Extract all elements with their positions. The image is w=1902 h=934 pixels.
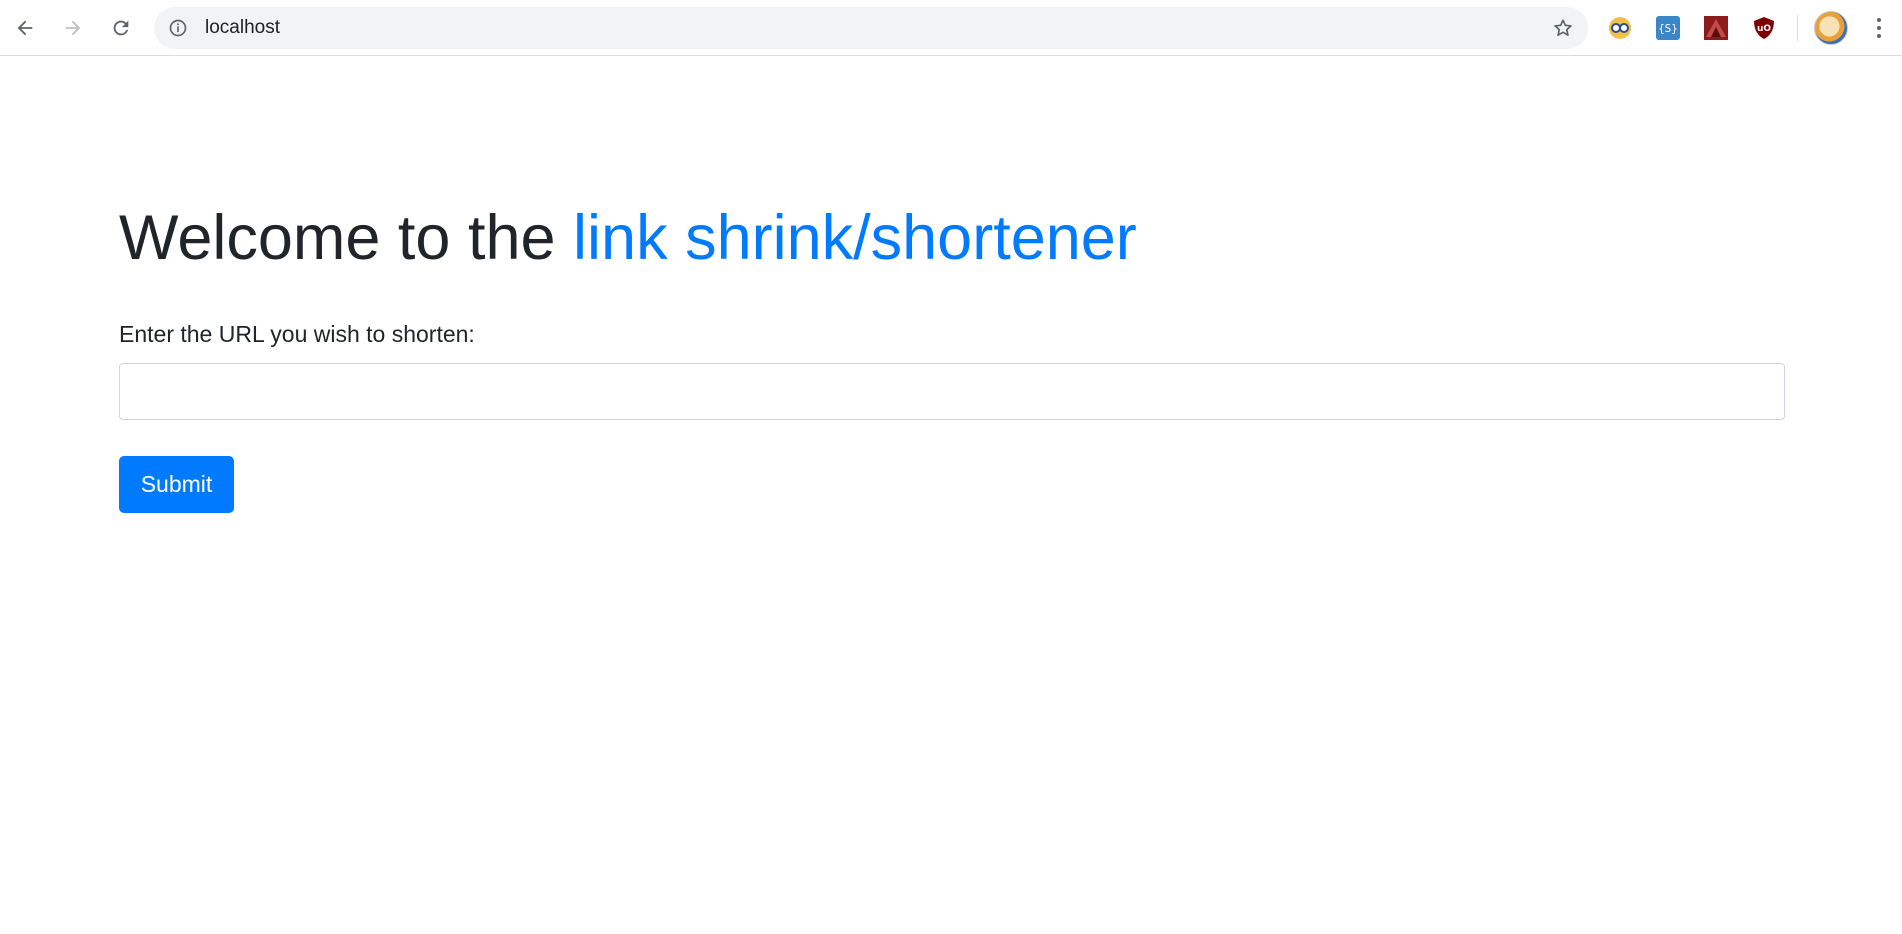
page-title: Welcome to the link shrink/shortener [119, 200, 1137, 276]
back-button[interactable] [7, 10, 43, 46]
reload-button[interactable] [103, 10, 139, 46]
more-vertical-icon[interactable] [1866, 14, 1892, 42]
toolbar-divider [1797, 15, 1798, 41]
submit-button[interactable]: Submit [119, 456, 234, 513]
address-bar-url[interactable]: localhost [205, 18, 280, 38]
page-title-highlight: link shrink/shortener [573, 203, 1137, 273]
reload-icon [113, 20, 129, 36]
svg-text:uO: uO [1757, 24, 1771, 34]
ublock-icon[interactable]: uO [1751, 15, 1777, 41]
extension-3-icon[interactable] [1703, 15, 1729, 41]
profile-avatar[interactable] [1814, 11, 1848, 45]
url-input[interactable] [119, 363, 1785, 420]
address-bar[interactable]: localhost [154, 7, 1588, 49]
forward-button[interactable] [55, 10, 91, 46]
page-title-prefix: Welcome to the [119, 203, 574, 273]
url-field-label: Enter the URL you wish to shorten: [119, 321, 475, 347]
extension-1-icon[interactable] [1607, 15, 1633, 41]
page-content: Welcome to the link shrink/shortener Ent… [0, 57, 1902, 934]
forward-arrow-icon [65, 20, 81, 36]
back-arrow-icon [17, 20, 33, 36]
info-icon[interactable] [168, 18, 188, 38]
star-icon[interactable] [1552, 17, 1574, 39]
svg-text:{S}: {S} [1658, 22, 1678, 35]
extension-2-icon[interactable]: {S} [1655, 15, 1681, 41]
browser-toolbar: localhost {S} uO [0, 0, 1902, 56]
